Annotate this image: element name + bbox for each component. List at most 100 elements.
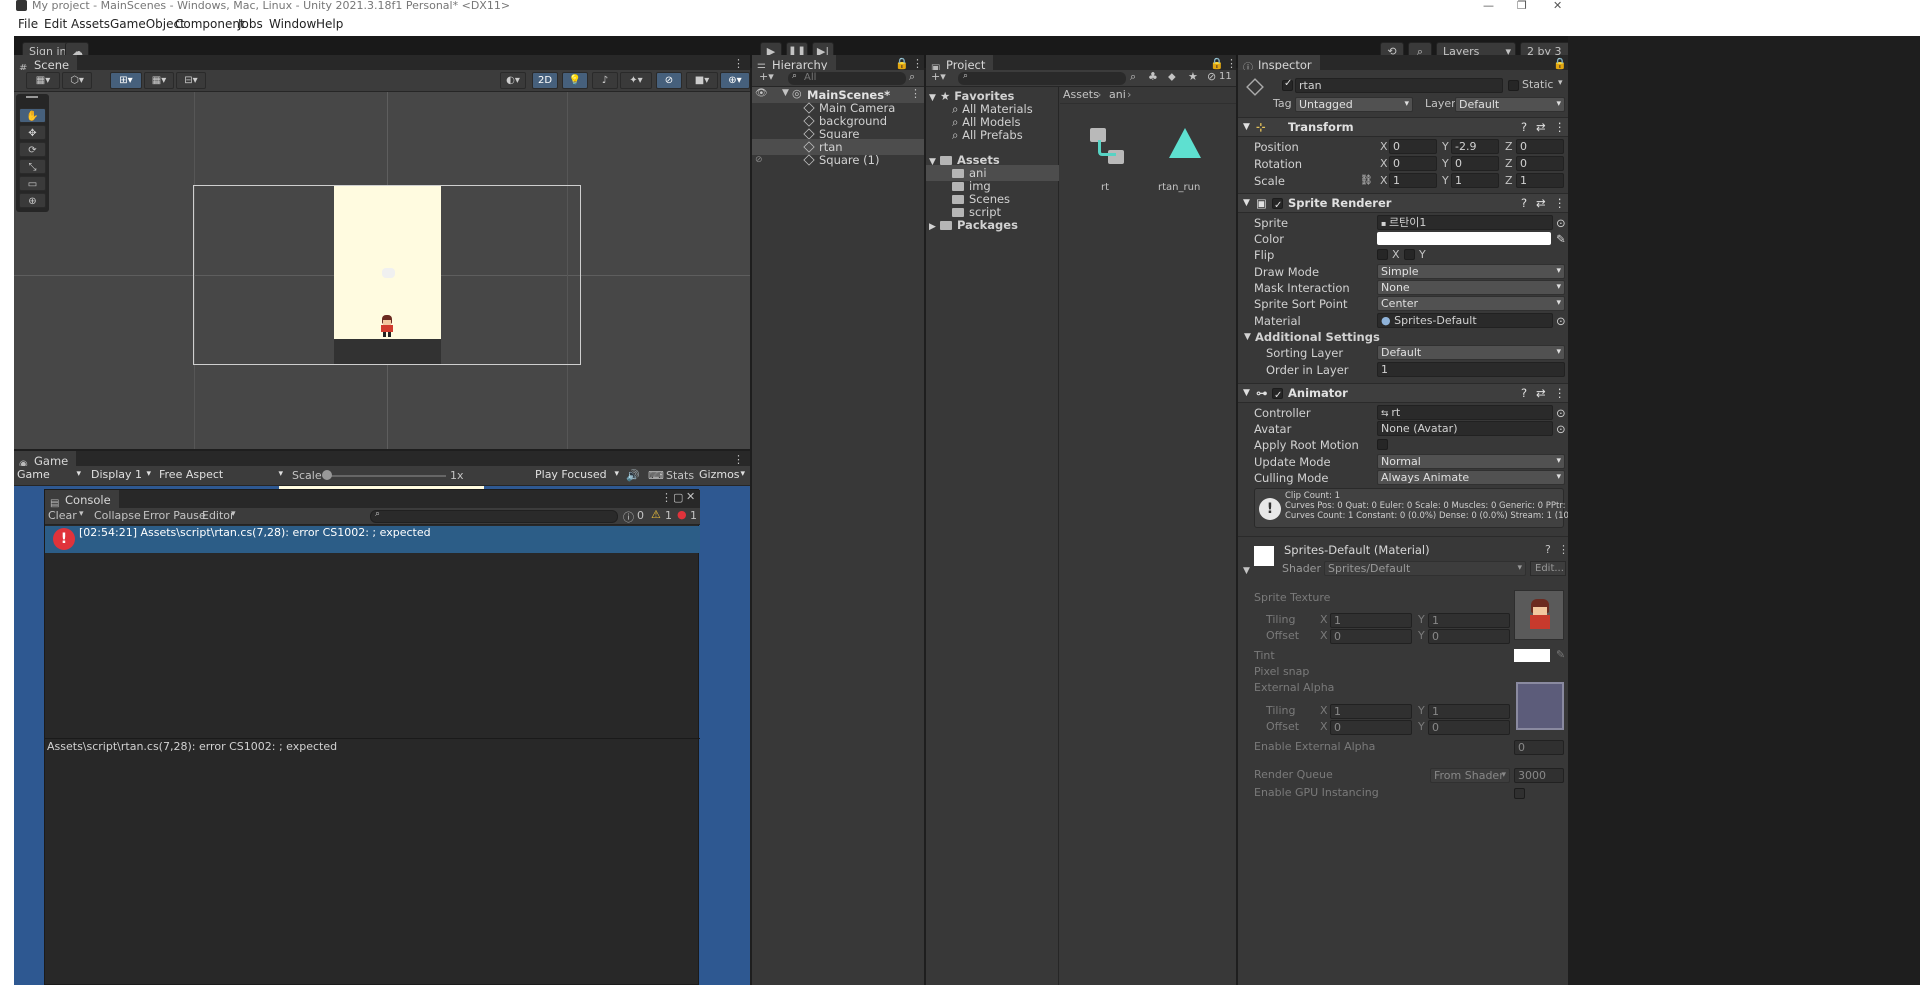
grid-settings-button[interactable]: ▦▾ — [144, 72, 174, 89]
audio-icon[interactable]: ♪ — [592, 72, 618, 89]
close-icon[interactable]: ✕ — [686, 490, 695, 503]
folder-item-selected[interactable]: ani — [926, 165, 1059, 181]
expand-arrow-icon[interactable]: ▼ — [1244, 329, 1251, 345]
asset-rtan-run[interactable]: rtan_run — [1158, 126, 1208, 194]
game-view-dropdown[interactable]: Game — [14, 468, 84, 483]
chevron-down-icon[interactable]: ▾ — [1558, 78, 1563, 88]
packages-folder[interactable]: ▶ Packages — [929, 217, 1018, 233]
component-enabled-checkbox[interactable] — [1272, 386, 1283, 405]
clear-button[interactable]: Clear — [48, 509, 77, 522]
active-checkbox[interactable] — [1282, 78, 1293, 91]
controller-field[interactable]: ⇆ rt — [1377, 405, 1553, 420]
draw-mode-button[interactable]: ▦▾ — [26, 72, 60, 89]
hidden-objects-icon[interactable]: ⊘ — [656, 72, 682, 89]
offset-y-field[interactable]: 0 — [1428, 629, 1510, 644]
hidden-eye-icon[interactable]: ⊘ — [755, 152, 763, 168]
menu-help[interactable]: Help — [316, 17, 343, 31]
scale-slider-thumb[interactable] — [322, 470, 332, 480]
collapse-button[interactable]: Collapse — [94, 509, 141, 522]
hierarchy-search-input[interactable]: ⌕ All — [788, 71, 906, 85]
snap-increment-button[interactable]: ⊟▾ — [176, 72, 206, 89]
scale-tool-icon[interactable]: ⤡ — [19, 159, 46, 174]
snap-grid-button[interactable]: ⊞▾ — [110, 72, 142, 89]
scale-x-field[interactable]: 1 — [1389, 173, 1437, 188]
camera-icon[interactable]: ■▾ — [686, 72, 718, 89]
warning-count-icon[interactable]: ⚠ — [651, 508, 661, 521]
offset-x-field[interactable]: 0 — [1330, 629, 1412, 644]
object-name-field[interactable]: rtan — [1295, 78, 1503, 93]
editor-dropdown[interactable]: Editor — [202, 509, 235, 522]
more-options-icon[interactable]: ⋮ — [1558, 543, 1568, 556]
audio-mute-icon[interactable]: 🔊 — [626, 469, 640, 482]
breadcrumb-assets[interactable]: Assets — [1063, 88, 1099, 101]
mask-interaction-dropdown[interactable]: None — [1377, 280, 1565, 295]
add-icon[interactable]: +▾ — [931, 70, 946, 83]
tiling-x-field[interactable]: 1 — [1330, 613, 1412, 628]
object-picker-icon[interactable]: ⊙ — [1556, 421, 1566, 437]
component-enabled-checkbox[interactable] — [1272, 196, 1283, 215]
more-options-icon[interactable]: ⋮ — [661, 491, 672, 504]
search-options-icon[interactable]: ⌕ — [909, 70, 915, 84]
eyedropper-icon[interactable]: ✎ — [1556, 231, 1566, 247]
hidden-packages-icon[interactable]: ⊘ — [1207, 70, 1216, 83]
position-y-field[interactable]: -2.9 — [1451, 139, 1499, 154]
menu-window[interactable]: Window — [269, 17, 316, 31]
lighting-icon[interactable]: 💡 — [562, 72, 588, 89]
expand-arrow-icon[interactable]: ▼ — [782, 88, 789, 98]
offset2-y-field[interactable]: 0 — [1428, 720, 1510, 735]
rect-tool-icon[interactable]: ▭ — [19, 176, 46, 191]
tint-color-swatch[interactable] — [1514, 649, 1550, 662]
edit-shader-button[interactable]: Edit... — [1530, 561, 1566, 576]
filter-icon[interactable]: ♣ — [1148, 70, 1158, 83]
avatar-field[interactable]: None (Avatar) — [1377, 421, 1553, 436]
menu-assets[interactable]: Assets — [71, 17, 110, 31]
scale-z-field[interactable]: 1 — [1516, 173, 1564, 188]
menu-jobs[interactable]: Jobs — [238, 17, 263, 31]
add-icon[interactable]: +▾ — [759, 70, 774, 83]
scale-y-field[interactable]: 1 — [1451, 173, 1499, 188]
tiling-y-field[interactable]: 1 — [1428, 613, 1510, 628]
maximize-icon[interactable]: ▢ — [673, 491, 683, 504]
shader-dropdown[interactable]: Sprites/Default — [1324, 561, 1526, 576]
favorite-star-icon[interactable]: ★ — [1188, 70, 1198, 83]
rotation-y-field[interactable]: 0 — [1451, 156, 1499, 171]
presets-icon[interactable]: ⇄ — [1536, 194, 1546, 213]
material-field[interactable]: ● Sprites-Default — [1377, 313, 1553, 328]
favorite-item[interactable]: ⌕ All Prefabs — [952, 127, 1023, 143]
presets-icon[interactable]: ⇄ — [1536, 384, 1546, 403]
close-window-icon[interactable]: ✕ — [1553, 0, 1562, 12]
label-icon[interactable]: ⬥ — [1168, 70, 1176, 84]
flip-y-checkbox[interactable] — [1404, 249, 1415, 260]
draw-mode-dropdown[interactable]: Simple — [1377, 264, 1565, 279]
position-x-field[interactable]: 0 — [1389, 139, 1437, 154]
more-options-icon[interactable]: ⋮ — [1554, 384, 1566, 403]
offset2-x-field[interactable]: 0 — [1330, 720, 1412, 735]
sprite-renderer-header[interactable]: ▼ ▣ Sprite Renderer ? ⇄ ⋮ — [1238, 193, 1568, 215]
object-picker-icon[interactable]: ⊙ — [1556, 313, 1566, 329]
stats-button[interactable]: Stats — [666, 469, 694, 482]
culling-mode-dropdown[interactable]: Always Animate — [1377, 470, 1565, 485]
gizmos-dropdown[interactable]: Gizmos — [696, 468, 748, 483]
sprite-texture-thumbnail[interactable] — [1514, 590, 1564, 640]
sprite-field[interactable]: ▪ 르탄이1 — [1377, 215, 1553, 230]
sorting-layer-dropdown[interactable]: Default — [1377, 345, 1565, 360]
more-options-icon[interactable]: ⋮ — [733, 57, 744, 70]
menu-file[interactable]: File — [18, 17, 38, 31]
menu-component[interactable]: Component — [175, 17, 245, 31]
breadcrumb-ani[interactable]: ani — [1109, 88, 1126, 101]
2d-toggle[interactable]: 2D — [532, 72, 558, 89]
position-z-field[interactable]: 0 — [1516, 139, 1564, 154]
more-options-icon[interactable]: ⋮ — [1226, 57, 1237, 70]
console-entry-selected[interactable]: ! [02:54:21] Assets\script\rtan.cs(7,28)… — [45, 526, 700, 553]
keyboard-icon[interactable]: ⌨ — [648, 469, 664, 482]
error-pause-button[interactable]: Error Pause — [143, 509, 206, 522]
play-focused-dropdown[interactable]: Play Focused — [532, 468, 622, 483]
menu-edit[interactable]: Edit — [44, 17, 67, 31]
tiling2-y-field[interactable]: 1 — [1428, 704, 1510, 719]
rotate-tool-icon[interactable]: ⟳ — [19, 142, 46, 157]
enable-external-alpha-field[interactable]: 0 — [1514, 740, 1564, 755]
expand-arrow-icon[interactable]: ▼ — [1243, 384, 1250, 403]
eyedropper-icon[interactable]: ✎ — [1556, 648, 1565, 661]
error-count-icon[interactable]: ● — [677, 508, 687, 521]
rtan-character[interactable] — [380, 315, 394, 337]
